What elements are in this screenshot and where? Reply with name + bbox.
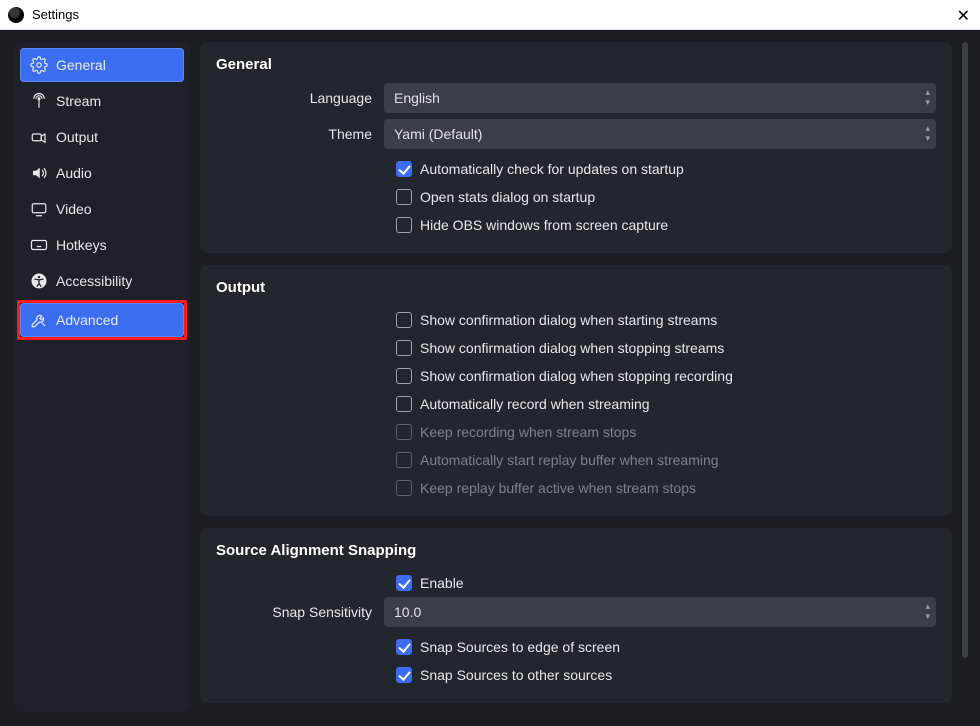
sidebar-item-video[interactable]: Video (20, 192, 184, 226)
checkbox-icon (396, 368, 412, 384)
sidebar-item-label: Stream (56, 93, 101, 109)
checkbox-hide-obs[interactable]: Hide OBS windows from screen capture (216, 211, 936, 239)
sidebar-item-advanced[interactable]: Advanced (20, 303, 184, 337)
updown-icon: ▴▾ (925, 123, 930, 143)
titlebar: Settings ✕ (0, 0, 980, 30)
select-value: Yami (Default) (394, 126, 482, 142)
accessibility-icon (30, 272, 48, 290)
window-title: Settings (32, 7, 79, 22)
theme-label: Theme (216, 126, 384, 142)
checkbox-snap-enable[interactable]: Enable (216, 569, 936, 597)
app-icon (8, 7, 24, 23)
language-select[interactable]: English ▴▾ (384, 83, 936, 113)
checkbox-label: Automatically record when streaming (420, 396, 650, 412)
sidebar-item-output[interactable]: Output (20, 120, 184, 154)
checkbox-label: Snap Sources to other sources (420, 667, 612, 683)
sidebar-item-label: Accessibility (56, 273, 132, 289)
panel-heading: Output (216, 279, 936, 296)
sidebar-item-hotkeys[interactable]: Hotkeys (20, 228, 184, 262)
snap-sensitivity-input[interactable]: 10.0 ▴▾ (384, 597, 936, 627)
checkbox-icon (396, 480, 412, 496)
monitor-icon (30, 200, 48, 218)
updown-icon: ▴▾ (925, 87, 930, 107)
gear-icon (30, 56, 48, 74)
scrollbar[interactable] (962, 42, 968, 712)
checkbox-auto-update[interactable]: Automatically check for updates on start… (216, 155, 936, 183)
checkbox-keep-replay-buffer: Keep replay buffer active when stream st… (216, 474, 936, 502)
checkbox-icon (396, 667, 412, 683)
scrollbar-thumb[interactable] (962, 42, 968, 658)
settings-window: Settings ✕ General Stream Output (0, 0, 980, 726)
checkbox-label: Enable (420, 575, 464, 591)
input-value: 10.0 (394, 604, 421, 620)
checkbox-snap-other[interactable]: Snap Sources to other sources (216, 661, 936, 689)
checkbox-icon (396, 639, 412, 655)
sidebar-item-general[interactable]: General (20, 48, 184, 82)
content-scroll: General Language English ▴▾ Theme (200, 42, 962, 712)
checkbox-icon (396, 312, 412, 328)
updown-icon: ▴▾ (925, 601, 930, 621)
panel-heading: General (216, 56, 936, 73)
sidebar-item-stream[interactable]: Stream (20, 84, 184, 118)
checkbox-label: Snap Sources to edge of screen (420, 639, 620, 655)
checkbox-label: Show confirmation dialog when stopping r… (420, 368, 733, 384)
snap-sensitivity-label: Snap Sensitivity (216, 604, 384, 620)
sidebar-item-label: Output (56, 129, 98, 145)
sidebar: General Stream Output Audio (14, 42, 190, 712)
sidebar-item-label: Video (56, 201, 92, 217)
checkbox-label: Keep recording when stream stops (420, 424, 636, 440)
checkbox-label: Automatically start replay buffer when s… (420, 452, 719, 468)
sidebar-item-label: Hotkeys (56, 237, 107, 253)
checkbox-keep-recording: Keep recording when stream stops (216, 418, 936, 446)
tools-icon (30, 311, 48, 329)
checkbox-label: Automatically check for updates on start… (420, 161, 684, 177)
checkbox-icon (396, 340, 412, 356)
speaker-icon (30, 164, 48, 182)
close-icon[interactable]: ✕ (957, 6, 970, 26)
camcorder-icon (30, 128, 48, 146)
sidebar-item-label: Audio (56, 165, 92, 181)
checkbox-icon (396, 452, 412, 468)
keyboard-icon (30, 236, 48, 254)
sidebar-item-accessibility[interactable]: Accessibility (20, 264, 184, 298)
checkbox-icon (396, 189, 412, 205)
checkbox-snap-edge[interactable]: Snap Sources to edge of screen (216, 633, 936, 661)
checkbox-icon (396, 424, 412, 440)
checkbox-icon (396, 396, 412, 412)
checkbox-start-stream-confirm[interactable]: Show confirmation dialog when starting s… (216, 306, 936, 334)
content-area: General Language English ▴▾ Theme (200, 42, 968, 712)
sidebar-item-label: General (56, 57, 106, 73)
panel-snapping: Source Alignment Snapping Enable Snap Se… (200, 528, 952, 703)
checkbox-label: Hide OBS windows from screen capture (420, 217, 668, 233)
checkbox-open-stats[interactable]: Open stats dialog on startup (216, 183, 936, 211)
sidebar-item-audio[interactable]: Audio (20, 156, 184, 190)
checkbox-icon (396, 575, 412, 591)
checkbox-icon (396, 161, 412, 177)
checkbox-label: Show confirmation dialog when stopping s… (420, 340, 724, 356)
panel-heading: Source Alignment Snapping (216, 542, 936, 559)
checkbox-label: Open stats dialog on startup (420, 189, 595, 205)
app-body: General Stream Output Audio (0, 30, 980, 726)
checkbox-stop-recording-confirm[interactable]: Show confirmation dialog when stopping r… (216, 362, 936, 390)
checkbox-stop-stream-confirm[interactable]: Show confirmation dialog when stopping s… (216, 334, 936, 362)
sidebar-highlight: Advanced (17, 300, 187, 340)
antenna-icon (30, 92, 48, 110)
panel-general: General Language English ▴▾ Theme (200, 42, 952, 253)
sidebar-item-label: Advanced (56, 312, 118, 328)
select-value: English (394, 90, 440, 106)
checkbox-icon (396, 217, 412, 233)
checkbox-auto-record[interactable]: Automatically record when streaming (216, 390, 936, 418)
checkbox-label: Keep replay buffer active when stream st… (420, 480, 696, 496)
panel-output: Output Show confirmation dialog when sta… (200, 265, 952, 516)
checkbox-label: Show confirmation dialog when starting s… (420, 312, 717, 328)
language-label: Language (216, 90, 384, 106)
checkbox-auto-replay-buffer: Automatically start replay buffer when s… (216, 446, 936, 474)
theme-select[interactable]: Yami (Default) ▴▾ (384, 119, 936, 149)
